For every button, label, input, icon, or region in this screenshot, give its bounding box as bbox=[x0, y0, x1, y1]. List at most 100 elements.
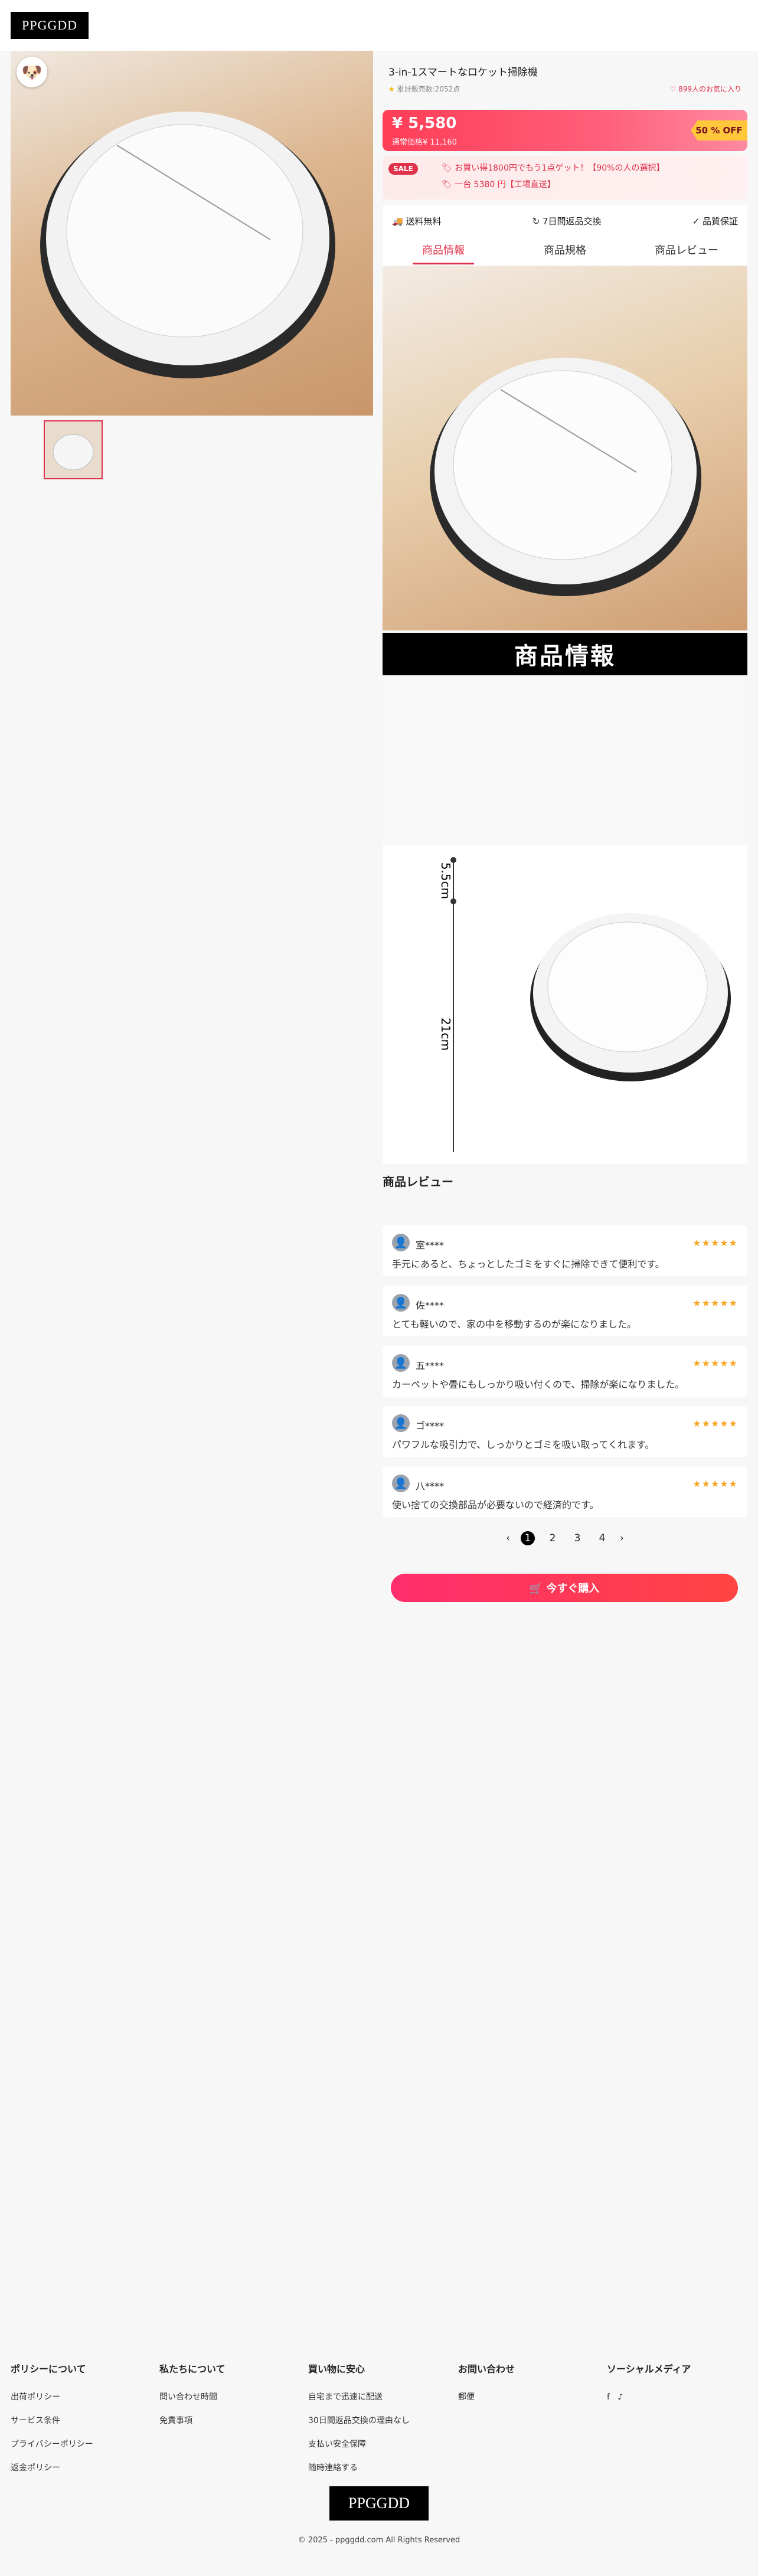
info-banner: 商品情報 bbox=[383, 633, 747, 675]
avatar-icon: 👤 bbox=[392, 1294, 410, 1312]
product-title: 3-in-1スマートなロケット掃除機 bbox=[388, 67, 538, 79]
footer-heading: ソーシャルメディア bbox=[607, 2363, 691, 2375]
original-price: 通常価格¥ 11,160 bbox=[392, 138, 457, 147]
avatar-icon: 👤 bbox=[392, 1354, 410, 1372]
footer-col-contact: お問い合わせ 郵便 bbox=[458, 2361, 515, 2415]
buy-now-button[interactable]: 🛒 今すぐ購入 bbox=[391, 1574, 738, 1602]
footer-logo[interactable]: PPGGDD bbox=[329, 2486, 429, 2521]
prev-page-icon[interactable]: ‹ bbox=[506, 1532, 510, 1544]
reviews-heading: 商品レビュー bbox=[383, 1175, 453, 1189]
tab-product-info[interactable]: 商品情報 bbox=[383, 236, 504, 266]
footer-link[interactable]: 出荷ポリシー bbox=[11, 2392, 93, 2402]
footer-link[interactable]: 自宅まで迅速に配送 bbox=[308, 2392, 410, 2402]
favorite-button[interactable]: ♡ 899人のお気に入り bbox=[670, 84, 741, 94]
promo-box: SALE 🏷 お買い得1800円でもう1点ゲット！【90%の人の選択】 🏷 一台… bbox=[383, 156, 747, 200]
footer-col-about: 私たちについて 問い合わせ時間 免責事項 bbox=[159, 2361, 226, 2439]
footer-col-policy: ポリシーについて 出荷ポリシー サービス条件 プライバシーポリシー 返金ポリシー bbox=[11, 2361, 93, 2486]
product-main-image[interactable]: 🐶 bbox=[11, 51, 373, 416]
review-item: 👤 五**** ★★★★★ カーペットや畳にもしっかり吸い付くので、掃除が楽にな… bbox=[383, 1346, 747, 1397]
footer-link[interactable]: 返金ポリシー bbox=[11, 2463, 93, 2473]
review-item: 👤 ゴ**** ★★★★★ パワフルな吸引力で、しっかりとゴミを吸い取ってくれま… bbox=[383, 1406, 747, 1457]
footer-heading: ポリシーについて bbox=[11, 2363, 86, 2375]
review-pagination: ‹ 1 2 3 4 › bbox=[383, 1526, 747, 1550]
avatar-icon: 👤 bbox=[392, 1234, 410, 1251]
detail-image-dimensions: 5.5cm 21cm bbox=[383, 680, 747, 1164]
next-page-icon[interactable]: › bbox=[620, 1532, 624, 1544]
avatar-icon: 👤 bbox=[392, 1414, 410, 1432]
reviewer-name: 佐**** bbox=[416, 1300, 445, 1311]
reviewer-name: 室**** bbox=[416, 1240, 445, 1251]
social-icons: f ♪ bbox=[607, 2392, 691, 2402]
footer-link[interactable]: 問い合わせ時間 bbox=[159, 2392, 226, 2402]
review-text: 使い捨ての交換部品が必要ないので経済的です。 bbox=[392, 1499, 599, 1511]
dimension-diagram: 5.5cm 21cm bbox=[383, 680, 747, 1152]
star-icon: ★ bbox=[388, 85, 395, 93]
diameter-label: 21cm bbox=[439, 1018, 453, 1051]
tiktok-icon[interactable]: ♪ bbox=[617, 2392, 623, 2402]
detail-image-1 bbox=[383, 266, 747, 630]
footer-col-shopping: 買い物に安心 自宅まで迅速に配送 30日間返品交換の理由なし 支払い安全保障 随… bbox=[308, 2361, 410, 2486]
review-text: パワフルな吸引力で、しっかりとゴミを吸い取ってくれます。 bbox=[392, 1439, 655, 1450]
promo-text-1: お買い得1800円でもう1点ゲット！【90%の人の選択】 bbox=[455, 164, 665, 173]
dog-face-icon[interactable]: 🐶 bbox=[17, 57, 47, 87]
robot-vacuum-image bbox=[40, 112, 335, 378]
robot-vacuum-image bbox=[430, 358, 701, 596]
review-text: とても軽いので、家の中を移動するのが楽になりました。 bbox=[392, 1319, 637, 1330]
promo-line-2: 🏷 一台 5380 円【工場直送】 bbox=[442, 180, 556, 189]
sold-count: ★ 累計販売数:2052点 bbox=[388, 84, 460, 94]
discount-tag: 50 % OFF bbox=[691, 120, 747, 140]
favorite-count: 899人のお気に入り bbox=[678, 85, 741, 93]
review-text: 手元にあると、ちょっとしたゴミをすぐに掃除できて便利です。 bbox=[392, 1258, 665, 1270]
footer-link[interactable]: 免責事項 bbox=[159, 2415, 226, 2426]
tab-specs[interactable]: 商品規格 bbox=[504, 236, 626, 266]
page-4[interactable]: 4 bbox=[595, 1531, 609, 1545]
reviewer-name: ゴ**** bbox=[416, 1420, 445, 1431]
copyright: © 2025 - ppggdd.com All Rights Reserved bbox=[298, 2536, 460, 2545]
facebook-icon[interactable]: f bbox=[607, 2392, 610, 2402]
thumbnail-1[interactable] bbox=[44, 420, 103, 479]
feature-label: 品質保証 bbox=[702, 215, 738, 227]
price-box: ¥ 5,580 通常価格¥ 11,160 50 % OFF bbox=[383, 110, 747, 151]
feature-label: 7日間返品交換 bbox=[542, 215, 602, 227]
page-3[interactable]: 3 bbox=[570, 1531, 584, 1545]
review-item: 👤 佐**** ★★★★★ とても軽いので、家の中を移動するのが楽になりました。 bbox=[383, 1286, 747, 1336]
footer-link[interactable]: プライバシーポリシー bbox=[11, 2439, 93, 2450]
rating-stars: ★★★★★ bbox=[692, 1237, 738, 1248]
avatar-icon: 👤 bbox=[392, 1475, 410, 1492]
review-item: 👤 八**** ★★★★★ 使い捨ての交換部品が必要ないので経済的です。 bbox=[383, 1466, 747, 1517]
product-tabs: 商品情報 商品規格 商品レビュー bbox=[383, 236, 747, 266]
footer-link[interactable]: 支払い安全保障 bbox=[308, 2439, 410, 2450]
promo-line-1: 🏷 お買い得1800円でもう1点ゲット！【90%の人の選択】 bbox=[442, 164, 665, 173]
footer-heading: 買い物に安心 bbox=[308, 2363, 365, 2375]
feature-label: 送料無料 bbox=[406, 215, 442, 227]
promo-text-2: 一台 5380 円【工場直送】 bbox=[455, 180, 556, 189]
sold-text: 累計販売数:2052点 bbox=[397, 85, 460, 93]
height-label: 5.5cm bbox=[439, 862, 453, 899]
footer-link[interactable]: 随時連絡する bbox=[308, 2463, 410, 2473]
footer-col-social: ソーシャルメディア f ♪ bbox=[607, 2361, 691, 2415]
sale-badge: SALE bbox=[388, 163, 418, 175]
site-logo[interactable]: PPGGDD bbox=[11, 12, 89, 39]
thumbnail-vacuum-image bbox=[53, 434, 94, 470]
product-meta: ★ 累計販売数:2052点 ♡ 899人のお気に入り bbox=[388, 84, 741, 94]
footer-link[interactable]: サービス条件 bbox=[11, 2415, 93, 2426]
reviewer-name: 八**** bbox=[416, 1480, 445, 1492]
review-text: カーペットや畳にもしっかり吸い付くので、掃除が楽になりました。 bbox=[392, 1379, 685, 1390]
rating-stars: ★★★★★ bbox=[692, 1297, 738, 1309]
rating-stars: ★★★★★ bbox=[692, 1478, 738, 1489]
review-item: 👤 室**** ★★★★★ 手元にあると、ちょっとしたゴミをすぐに掃除できて便利… bbox=[383, 1225, 747, 1276]
sale-price: ¥ 5,580 bbox=[392, 115, 457, 132]
free-shipping: 🚚 送料無料 bbox=[392, 215, 442, 227]
page-1[interactable]: 1 bbox=[521, 1531, 535, 1545]
feature-row: 🚚 送料無料 ↻ 7日間返品交換 ✓ 品質保証 bbox=[383, 205, 747, 236]
reviewer-name: 五**** bbox=[416, 1360, 445, 1371]
tab-reviews[interactable]: 商品レビュー bbox=[626, 236, 747, 266]
footer-link[interactable]: 郵便 bbox=[458, 2392, 515, 2402]
footer-link[interactable]: 30日間返品交換の理由なし bbox=[308, 2415, 410, 2426]
page-2[interactable]: 2 bbox=[545, 1531, 560, 1545]
return-policy: ↻ 7日間返品交換 bbox=[532, 215, 602, 227]
site-header: PPGGDD bbox=[0, 0, 758, 51]
rating-stars: ★★★★★ bbox=[692, 1418, 738, 1429]
quality-guarantee: ✓ 品質保証 bbox=[692, 215, 738, 227]
footer-heading: お問い合わせ bbox=[458, 2363, 515, 2375]
